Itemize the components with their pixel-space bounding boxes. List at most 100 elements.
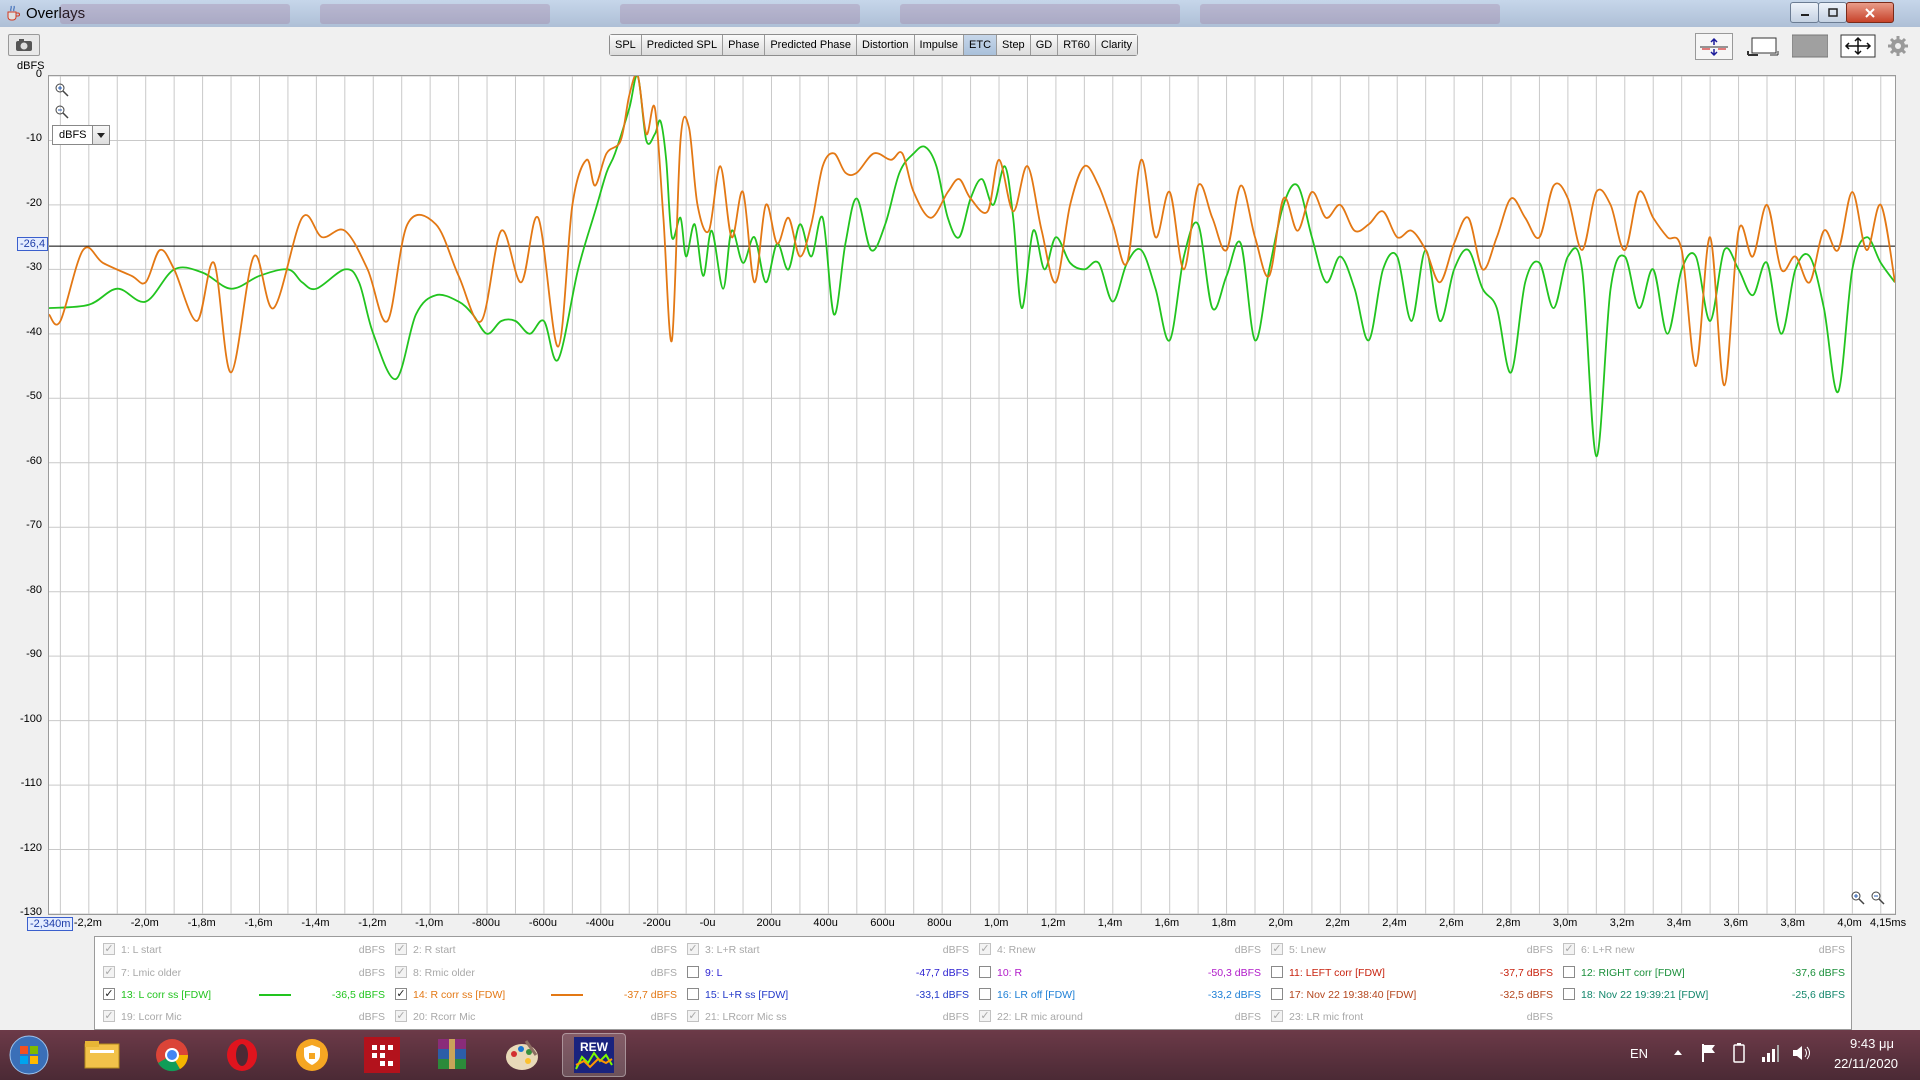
minimize-button[interactable] [1790, 2, 1819, 23]
display-limits-icon[interactable] [1745, 33, 1781, 58]
legend-item[interactable]: ✓ 6: L+R new dBFS [1559, 940, 1851, 959]
legend-checkbox[interactable]: ✓ [687, 943, 699, 955]
legend-item[interactable]: 9: L -47,7 dBFS [683, 963, 975, 982]
network-signal-icon[interactable] [1760, 1042, 1780, 1067]
legend-item[interactable]: ✓ 5: Lnew dBFS [1267, 940, 1559, 959]
vpn-shield-icon[interactable] [280, 1033, 344, 1077]
legend-item[interactable]: ✓ 1: L start dBFS [99, 940, 391, 959]
legend-checkbox[interactable]: ✓ [687, 1010, 699, 1022]
tray-expand-icon[interactable] [1672, 1042, 1684, 1065]
legend-item[interactable]: 11: LEFT corr [FDW] -37,7 dBFS [1267, 963, 1559, 982]
winrar-icon[interactable] [420, 1033, 484, 1077]
legend-checkbox[interactable]: ✓ [979, 1010, 991, 1022]
tab-phase[interactable]: Phase [723, 35, 766, 55]
legend-item[interactable]: ✓ 2: R start dBFS [391, 940, 683, 959]
settings-gear-icon[interactable] [1886, 33, 1910, 58]
close-button[interactable] [1846, 2, 1894, 23]
legend-item[interactable]: ✓ 22: LR mic around dBFS [975, 1007, 1267, 1026]
legend-item[interactable]: 12: RIGHT corr [FDW] -37,6 dBFS [1559, 963, 1851, 982]
legend-checkbox[interactable]: ✓ [1563, 943, 1575, 955]
start-orb-icon[interactable] [4, 1033, 54, 1077]
legend-checkbox[interactable] [1271, 988, 1283, 1000]
legend-checkbox[interactable]: ✓ [1271, 943, 1283, 955]
legend-item-value: dBFS [1818, 944, 1845, 956]
legend-checkbox[interactable]: ✓ [103, 1010, 115, 1022]
legend-checkbox[interactable] [979, 988, 991, 1000]
tab-impulse[interactable]: Impulse [914, 35, 965, 55]
zoom-out-icon[interactable] [54, 104, 70, 125]
tab-predicted-spl[interactable]: Predicted SPL [641, 35, 724, 55]
clock-date[interactable]: 22/11/2020 [1824, 1056, 1908, 1071]
legend-checkbox[interactable] [687, 966, 699, 978]
legend-checkbox[interactable]: ✓ [103, 943, 115, 955]
background-tab-ghost [900, 4, 1180, 24]
legend-checkbox[interactable]: ✓ [395, 943, 407, 955]
camera-icon[interactable] [8, 34, 40, 56]
grid-app-icon[interactable] [350, 1033, 414, 1077]
rew-app-icon[interactable]: REW [562, 1033, 626, 1077]
legend-item[interactable]: ✓ 4: Rnew dBFS [975, 940, 1267, 959]
tab-distortion[interactable]: Distortion [857, 35, 915, 55]
opera-icon[interactable] [210, 1033, 274, 1077]
legend-item[interactable]: ✓ 14: R corr ss [FDW] -37,7 dBFS [391, 985, 683, 1004]
paint-palette-icon[interactable] [490, 1033, 554, 1077]
tab-spl[interactable]: SPL [610, 35, 642, 55]
legend-item-value: dBFS [942, 944, 969, 956]
legend-checkbox[interactable]: ✓ [395, 1010, 407, 1022]
legend-item[interactable]: 10: R -50,3 dBFS [975, 963, 1267, 982]
legend-item-name: 13: L corr ss [FDW] [121, 989, 212, 1001]
zoom-in-icon[interactable] [54, 82, 70, 103]
legend-item[interactable]: 16: LR off [FDW] -33,2 dBFS [975, 985, 1267, 1004]
legend-checkbox[interactable]: ✓ [103, 988, 115, 1000]
background-tab-ghost [620, 4, 860, 24]
legend-item[interactable]: 18: Nov 22 19:39:21 [FDW] -25,6 dBFS [1559, 985, 1851, 1004]
clock-time[interactable]: 9:43 μμ [1836, 1036, 1908, 1051]
legend-item[interactable]: ✓ 13: L corr ss [FDW] -36,5 dBFS [99, 985, 391, 1004]
tab-etc[interactable]: ETC [964, 35, 998, 55]
legend-checkbox[interactable]: ✓ [395, 988, 407, 1000]
legend-item[interactable]: ✓ 3: L+R start dBFS [683, 940, 975, 959]
x-tick-label: -1,2m [358, 917, 387, 929]
legend-item[interactable]: ✓ 8: Rmic older dBFS [391, 963, 683, 982]
cursor-y-readout: -26,4 [17, 237, 49, 252]
color-swatch-icon[interactable] [1792, 33, 1828, 58]
legend-checkbox[interactable]: ✓ [979, 943, 991, 955]
battery-icon[interactable] [1732, 1042, 1746, 1067]
vertical-zoom-icon[interactable] [1695, 33, 1733, 60]
legend-item[interactable]: ✓ 7: Lmic older dBFS [99, 963, 391, 982]
file-explorer-icon[interactable] [70, 1033, 134, 1077]
legend-item[interactable]: 17: Nov 22 19:38:40 [FDW] -32,5 dBFS [1267, 985, 1559, 1004]
legend-checkbox[interactable]: ✓ [395, 966, 407, 978]
y-unit-select[interactable]: dBFS [52, 125, 110, 145]
zoom-out-icon[interactable] [1870, 890, 1886, 911]
legend-item[interactable]: ✓ 21: LRcorr Mic ss dBFS [683, 1007, 975, 1026]
tab-rt60[interactable]: RT60 [1058, 35, 1096, 55]
volume-speaker-icon[interactable] [1790, 1042, 1812, 1067]
legend-checkbox[interactable] [979, 966, 991, 978]
language-indicator[interactable]: EN [1630, 1046, 1648, 1061]
legend-item-name: 20: Rcorr Mic [413, 1011, 476, 1023]
tab-predicted-phase[interactable]: Predicted Phase [765, 35, 858, 55]
chrome-icon[interactable] [140, 1033, 204, 1077]
legend-checkbox[interactable] [687, 988, 699, 1000]
action-center-flag-icon[interactable] [1700, 1042, 1718, 1067]
tab-gd[interactable]: GD [1030, 35, 1059, 55]
tab-clarity[interactable]: Clarity [1095, 35, 1138, 55]
legend-item[interactable]: ✓ 20: Rcorr Mic dBFS [391, 1007, 683, 1026]
pan-arrows-icon[interactable] [1840, 33, 1876, 58]
legend-item[interactable]: 15: L+R ss [FDW] -33,1 dBFS [683, 985, 975, 1004]
maximize-button[interactable] [1818, 2, 1847, 23]
zoom-in-icon[interactable] [1850, 890, 1866, 911]
legend-checkbox[interactable] [1563, 988, 1575, 1000]
legend-checkbox[interactable] [1563, 966, 1575, 978]
legend-checkbox[interactable]: ✓ [1271, 1010, 1283, 1022]
legend-checkbox[interactable]: ✓ [103, 966, 115, 978]
legend-item[interactable]: ✓ 23: LR mic front dBFS [1267, 1007, 1559, 1026]
legend-item-name: 15: L+R ss [FDW] [705, 989, 789, 1001]
legend-item[interactable]: ✓ 19: Lcorr Mic dBFS [99, 1007, 391, 1026]
etc-plot[interactable] [49, 76, 1895, 914]
legend-checkbox[interactable] [1271, 966, 1283, 978]
etc-graph-area[interactable] [48, 75, 1896, 915]
chevron-down-icon[interactable] [92, 126, 109, 144]
tab-step[interactable]: Step [997, 35, 1031, 55]
